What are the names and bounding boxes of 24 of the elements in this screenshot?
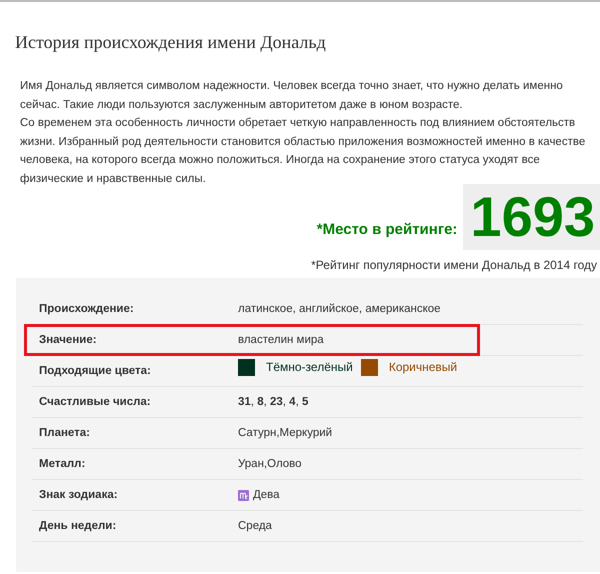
page-title: История происхождения имени Дональд: [15, 32, 327, 53]
row-value: Дева: [253, 489, 280, 501]
row-label: Планета:: [38, 427, 92, 439]
row-value: латинское, английское, американское: [238, 303, 441, 315]
virgo-icon: [238, 490, 249, 500]
row-value: властелин мира: [238, 334, 324, 346]
rating-value: 1693: [463, 184, 600, 250]
rating-label: *Место в рейтинге:: [316, 221, 458, 238]
description-paragraph: Имя Дональд является символом надежности. Человек всегда точно знает, что нужно делать именно сейчас. Такие люди пользуются заслуженным авторитетом даже в юном возрасте.: [20, 79, 564, 112]
row-label: Значение:: [38, 334, 98, 346]
row-label: Металл:: [38, 458, 86, 470]
rating-footnote: *Рейтинг популярности имени Дональд в 2014 году: [310, 258, 598, 272]
row-label: Счастливые числа:: [38, 396, 152, 408]
row-label: Подходящие цвета:: [38, 365, 152, 377]
row-label: Знак зодиака:: [38, 489, 119, 501]
row-label: День недели:: [38, 520, 118, 532]
description-paragraph: Со временем эта особенность личности обретает четкую направленность под влиянием обстоятельств жизни. Избранный род деятельности становится областью приложения возможностей именно в качестве человека, на которого всегда можно положиться. Иногда на сохранение этого статуса уходят все физические и нравственные силы.: [20, 116, 586, 186]
color-name: Коричневый: [388, 360, 458, 374]
color-name: Тёмно-зелёный: [266, 360, 353, 374]
row-value: 31, 8, 23, 4, 5: [238, 396, 308, 408]
row-value: Среда: [238, 520, 272, 532]
row-value: Сатурн,Меркурий: [238, 427, 332, 439]
row-label: Происхождение:: [38, 303, 135, 315]
row-value: Уран,Олово: [238, 458, 302, 470]
